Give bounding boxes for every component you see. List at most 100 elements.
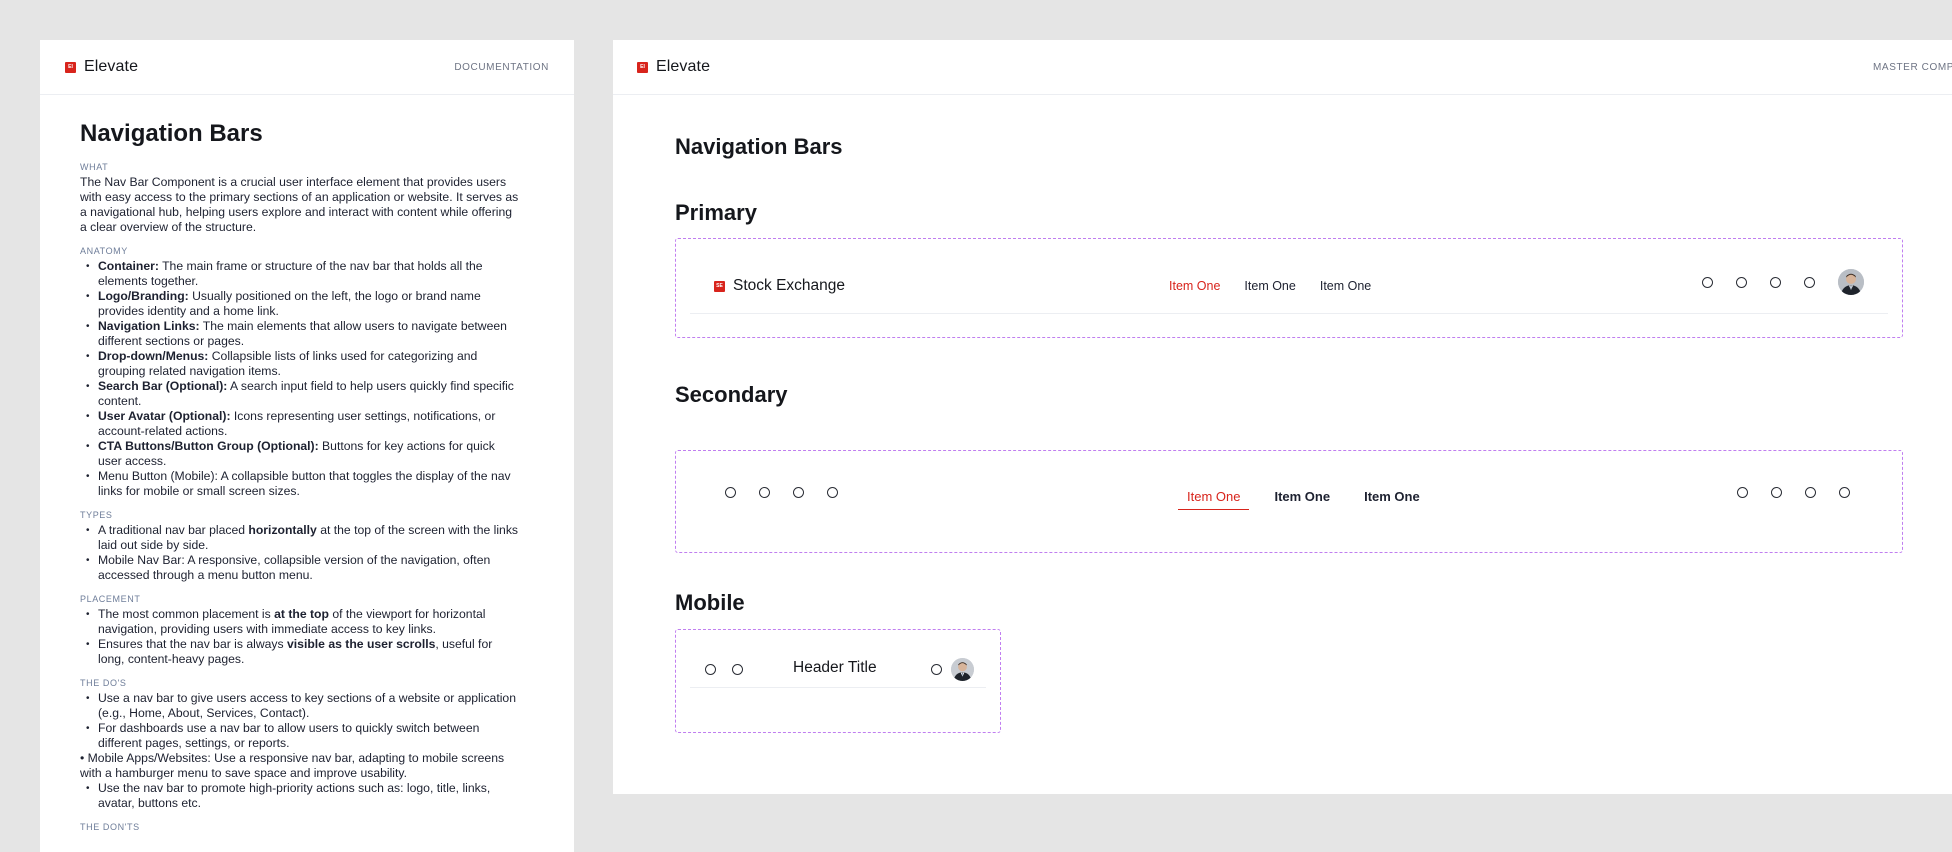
- anatomy-term: Navigation Links:: [98, 319, 200, 333]
- placement-item: The most common placement is at the top …: [80, 607, 520, 637]
- nav-action-icon[interactable]: [1737, 487, 1748, 498]
- primary-nav-link[interactable]: Item One: [1320, 279, 1371, 293]
- master-header: EI Elevate MASTER COMPONENTS: [613, 40, 1952, 95]
- types-item-text: Mobile Nav Bar: A responsive, collapsibl…: [98, 553, 491, 582]
- primary-nav-divider: [690, 313, 1888, 314]
- primary-heading: Primary: [675, 200, 757, 225]
- anatomy-list: Container: The main frame or structure o…: [80, 259, 520, 499]
- nav-action-icon[interactable]: [1770, 276, 1781, 288]
- types-item-text: A traditional nav bar placed: [98, 523, 249, 537]
- nav-action-icon[interactable]: [1736, 276, 1747, 288]
- anatomy-item: Logo/Branding: Usually positioned on the…: [80, 289, 520, 319]
- section-label-donts: THE DON'TS: [80, 822, 140, 832]
- brand-logo-icon: EI: [65, 61, 76, 73]
- master-brand[interactable]: EI Elevate: [637, 58, 710, 76]
- primary-frame: SE Stock Exchange Item One Item One Item O…: [675, 238, 1903, 338]
- secondary-nav-link[interactable]: Item One: [1355, 484, 1429, 510]
- nav-action-icon[interactable]: [1839, 487, 1850, 498]
- secondary-nav-right-actions: [1737, 487, 1850, 498]
- anatomy-item: CTA Buttons/Button Group (Optional): But…: [80, 439, 520, 469]
- master-header-label: MASTER COMPONENTS: [1873, 62, 1952, 73]
- nav-action-icon[interactable]: [705, 664, 716, 675]
- nav-action-icon[interactable]: [759, 487, 770, 498]
- avatar-image: [1838, 269, 1864, 295]
- brand-name: Elevate: [656, 58, 711, 75]
- dos-list: Use a nav bar to give users access to ke…: [80, 691, 520, 811]
- anatomy-item: Search Bar (Optional): A search input fi…: [80, 379, 520, 409]
- placement-item-emphasis: visible as the user scrolls: [287, 637, 436, 651]
- types-item-emphasis: horizontally: [248, 523, 317, 537]
- doc-brand[interactable]: EI Elevate: [65, 58, 138, 76]
- user-avatar[interactable]: [1838, 269, 1864, 295]
- nav-action-icon[interactable]: [793, 487, 804, 498]
- secondary-frame: Item One Item One Item One: [675, 450, 1903, 553]
- anatomy-item: Container: The main frame or structure o…: [80, 259, 520, 289]
- nav-action-icon[interactable]: [725, 487, 736, 498]
- anatomy-term: User Avatar (Optional):: [98, 409, 231, 423]
- mobile-nav-left-actions: [705, 664, 743, 675]
- mobile-heading: Mobile: [675, 590, 745, 615]
- anatomy-item: Menu Button (Mobile): A collapsible butt…: [80, 469, 520, 499]
- anatomy-item: User Avatar (Optional): Icons representi…: [80, 409, 520, 439]
- placement-item-text: Ensures that the nav bar is always: [98, 637, 288, 651]
- types-item: Mobile Nav Bar: A responsive, collapsibl…: [80, 553, 520, 583]
- placement-list: The most common placement is at the top …: [80, 607, 520, 667]
- nav-action-icon[interactable]: [827, 487, 838, 498]
- master-title: Navigation Bars: [675, 134, 843, 159]
- section-label-anatomy: ANATOMY: [80, 246, 128, 256]
- doc-header-label: DOCUMENTATION: [454, 62, 549, 73]
- nav-action-icon[interactable]: [1771, 487, 1782, 498]
- nav-action-icon[interactable]: [1804, 276, 1815, 288]
- anatomy-desc: Menu Button (Mobile): A collapsible butt…: [98, 469, 511, 498]
- anatomy-term: CTA Buttons/Button Group (Optional):: [98, 439, 319, 453]
- primary-nav-links: Item One Item One Item One: [1169, 279, 1371, 293]
- placement-item-emphasis: at the top: [274, 607, 329, 621]
- master-components-panel: EI Elevate MASTER COMPONENTS Navigation …: [613, 40, 1952, 794]
- section-label-placement: PLACEMENT: [80, 594, 141, 604]
- nav-action-icon[interactable]: [732, 664, 743, 675]
- doc-header: EI Elevate DOCUMENTATION: [40, 40, 574, 95]
- mobile-header-title: Header Title: [793, 659, 877, 676]
- primary-brand-name: Stock Exchange: [733, 277, 846, 294]
- placement-item: Ensures that the nav bar is always visib…: [80, 637, 520, 667]
- nav-action-icon[interactable]: [931, 664, 942, 675]
- primary-nav-link[interactable]: Item One: [1169, 279, 1220, 293]
- nav-action-icon[interactable]: [1702, 276, 1713, 288]
- dos-item: • Mobile Apps/Websites: Use a responsive…: [80, 751, 505, 780]
- secondary-heading: Secondary: [675, 382, 788, 407]
- what-text: The Nav Bar Component is a crucial user …: [80, 175, 519, 234]
- mobile-nav-right-actions: [931, 658, 974, 681]
- anatomy-term: Container:: [98, 259, 159, 273]
- anatomy-term: Logo/Branding:: [98, 289, 189, 303]
- documentation-panel: EI Elevate DOCUMENTATION Navigation Bars…: [40, 40, 574, 852]
- secondary-nav-link[interactable]: Item One: [1265, 484, 1339, 510]
- avatar-image: [951, 658, 974, 681]
- primary-nav-link[interactable]: Item One: [1244, 279, 1295, 293]
- types-item: A traditional nav bar placed horizontall…: [80, 523, 520, 553]
- secondary-nav-left-actions: [725, 487, 838, 498]
- brand-name: Elevate: [84, 58, 139, 75]
- anatomy-term: Drop-down/Menus:: [98, 349, 209, 363]
- anatomy-item: Navigation Links: The main elements that…: [80, 319, 520, 349]
- placement-item-text: The most common placement is: [98, 607, 275, 621]
- dos-item: For dashboards use a nav bar to allow us…: [80, 721, 520, 751]
- section-label-types: TYPES: [80, 510, 113, 520]
- secondary-nav-link[interactable]: Item One: [1178, 484, 1250, 510]
- user-avatar[interactable]: [951, 658, 974, 681]
- mobile-nav-divider: [690, 687, 986, 688]
- section-label-what: WHAT: [80, 162, 109, 172]
- dos-item: Use the nav bar to promote high-priority…: [80, 781, 520, 811]
- primary-nav-brand[interactable]: SE Stock Exchange: [714, 277, 845, 295]
- brand-logo-icon: EI: [637, 61, 648, 73]
- primary-nav-actions: [1702, 269, 1864, 295]
- anatomy-term: Search Bar (Optional):: [98, 379, 228, 393]
- mobile-frame: Header Title: [675, 629, 1001, 733]
- nav-action-icon[interactable]: [1805, 487, 1816, 498]
- page-title: Navigation Bars: [80, 120, 263, 147]
- dos-item: Use a nav bar to give users access to ke…: [80, 691, 520, 721]
- stock-exchange-logo-icon: SE: [714, 280, 725, 292]
- section-label-dos: THE DO'S: [80, 678, 127, 688]
- doc-body: Navigation Bars WHAT The Nav Bar Compone…: [80, 120, 520, 835]
- secondary-nav-links: Item One Item One Item One: [1178, 484, 1429, 510]
- anatomy-item: Drop-down/Menus: Collapsible lists of li…: [80, 349, 520, 379]
